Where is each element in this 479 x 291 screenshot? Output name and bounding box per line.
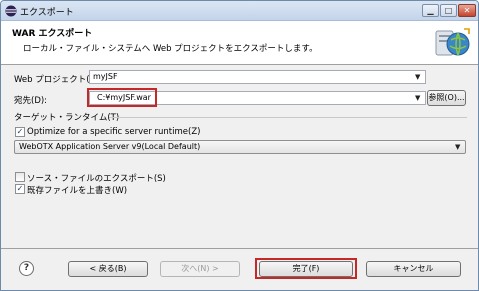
- wizard-title: WAR エクスポート: [12, 29, 93, 39]
- destination-highlight: [87, 88, 157, 107]
- server-runtime-select[interactable]: WebOTX Application Server v9(Local Defau…: [14, 140, 466, 154]
- server-runtime-value: WebOTX Application Server v9(Local Defau…: [19, 142, 201, 151]
- destination-label: 宛先(D):: [14, 96, 48, 106]
- optimize-checkbox[interactable]: ✓: [15, 127, 25, 137]
- project-label: Web プロジェクト(P):: [14, 75, 101, 85]
- target-runtime-group-label: ターゲット・ランタイム(T): [14, 113, 120, 123]
- server-runtime-dropdown-arrow[interactable]: ▼: [455, 143, 460, 151]
- project-value: myJSF: [93, 72, 118, 81]
- destination-dropdown-arrow[interactable]: ▼: [415, 94, 420, 102]
- check-icon: ✓: [16, 127, 24, 136]
- minimize-button[interactable]: ▁: [422, 4, 439, 17]
- check-icon: ✓: [16, 184, 24, 193]
- export-dialog: エクスポート ▁ □ ✕ WAR エクスポート ローカル・ファイル・システムへ …: [0, 0, 479, 291]
- eclipse-icon: [5, 5, 17, 17]
- maximize-button[interactable]: □: [440, 4, 457, 17]
- title-bar[interactable]: エクスポート ▁ □ ✕: [1, 1, 478, 21]
- next-button[interactable]: 次へ(N) >: [160, 261, 240, 277]
- window-title: エクスポート: [20, 8, 74, 18]
- help-icon[interactable]: ?: [19, 261, 34, 276]
- war-export-wizard-icon: [435, 28, 470, 56]
- back-button[interactable]: < 戻る(B): [68, 261, 148, 277]
- project-dropdown-arrow[interactable]: ▼: [415, 73, 420, 81]
- optimize-label[interactable]: Optimize for a specific server runtime(Z…: [27, 127, 200, 137]
- export-source-label[interactable]: ソース・ファイルのエクスポート(S): [27, 172, 166, 184]
- export-source-checkbox[interactable]: [15, 172, 25, 182]
- target-runtime-separator: [109, 117, 467, 118]
- wizard-banner: WAR エクスポート ローカル・ファイル・システムへ Web プロジェクトをエク…: [1, 21, 478, 65]
- browse-button[interactable]: 参照(O)...: [427, 90, 466, 106]
- finish-button[interactable]: 完了(F): [259, 261, 353, 277]
- cancel-button[interactable]: キャンセル: [366, 261, 461, 277]
- overwrite-label[interactable]: 既存ファイルを上書き(W): [27, 184, 127, 196]
- overwrite-checkbox[interactable]: ✓: [15, 184, 25, 194]
- wizard-description: ローカル・ファイル・システムへ Web プロジェクトをエクスポートします。: [23, 44, 318, 54]
- project-combo[interactable]: myJSF: [89, 70, 426, 84]
- close-button[interactable]: ✕: [458, 4, 476, 17]
- button-bar-separator: [1, 248, 478, 249]
